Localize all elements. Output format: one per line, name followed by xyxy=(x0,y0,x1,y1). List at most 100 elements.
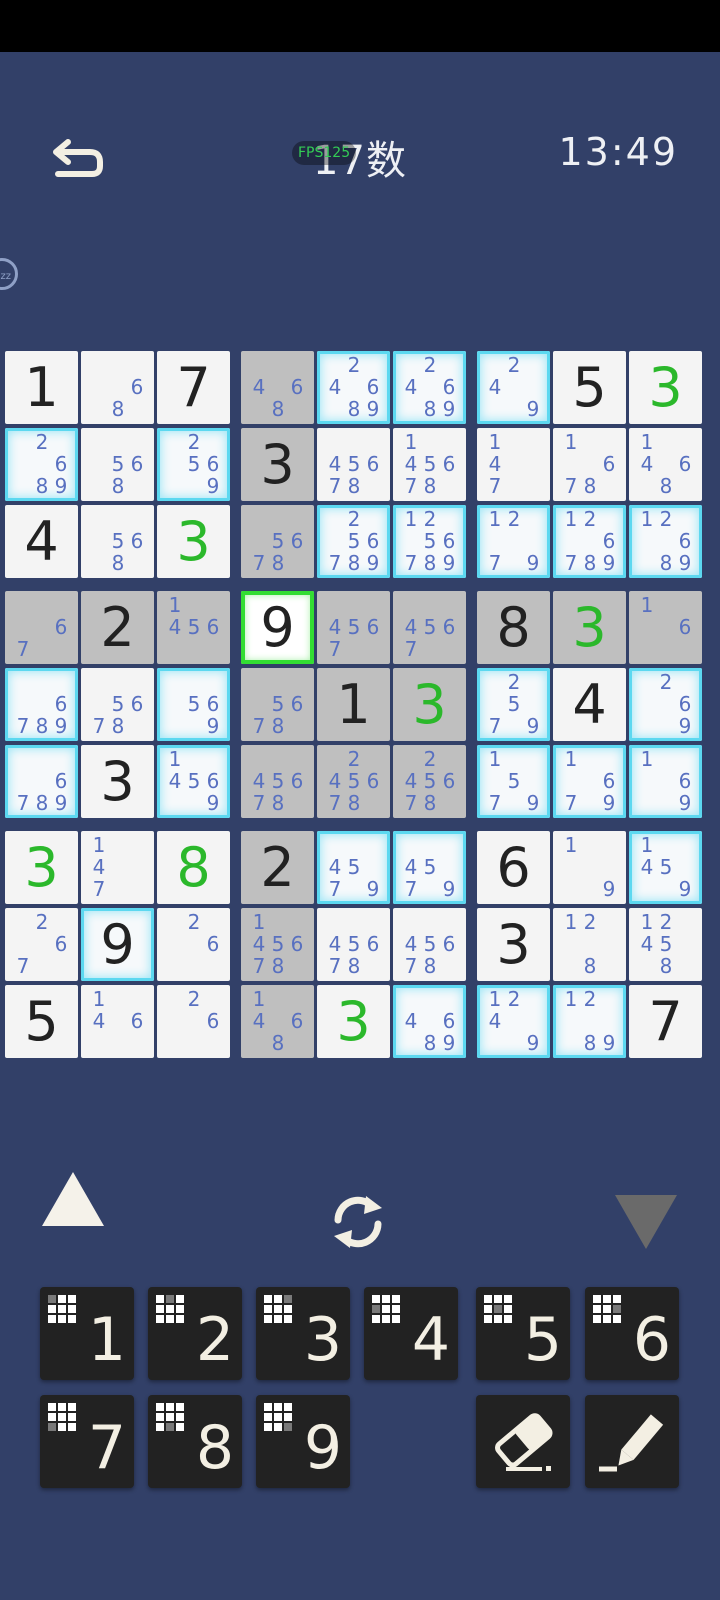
number-key-5[interactable]: 5 xyxy=(476,1287,570,1380)
sudoku-cell[interactable]: 19 xyxy=(553,831,626,904)
sudoku-cell[interactable]: 2 xyxy=(81,591,154,664)
sudoku-cell[interactable]: 4 xyxy=(5,505,78,578)
number-key-9[interactable]: 9 xyxy=(256,1395,350,1488)
sudoku-cell[interactable]: 1459 xyxy=(629,831,702,904)
sudoku-cell[interactable]: 245678 xyxy=(393,745,466,818)
pencil-note: 1 xyxy=(252,987,266,1011)
sudoku-cell[interactable]: 128 xyxy=(553,908,626,981)
sudoku-cell[interactable]: 3 xyxy=(553,591,626,664)
sudoku-cell[interactable]: 569 xyxy=(157,668,230,741)
number-key-7[interactable]: 7 xyxy=(40,1395,134,1488)
sudoku-cell[interactable]: 26 xyxy=(157,985,230,1058)
sudoku-cell[interactable]: 24689 xyxy=(393,351,466,424)
sudoku-cell[interactable]: 468 xyxy=(241,351,314,424)
pencil-button[interactable] xyxy=(585,1395,679,1488)
sudoku-cell[interactable]: 45678 xyxy=(241,745,314,818)
number-key-3[interactable]: 3 xyxy=(256,1287,350,1380)
sudoku-cell[interactable]: 4579 xyxy=(317,831,390,904)
number-key-1[interactable]: 1 xyxy=(40,1287,134,1380)
sudoku-cell[interactable]: 6789 xyxy=(5,668,78,741)
sudoku-cell[interactable]: 24689 xyxy=(317,351,390,424)
sudoku-cell[interactable]: 4579 xyxy=(393,831,466,904)
sudoku-cell[interactable]: 4567 xyxy=(317,591,390,664)
sudoku-cell[interactable]: 3 xyxy=(81,745,154,818)
sudoku-cell[interactable]: 3 xyxy=(241,428,314,501)
sudoku-cell[interactable]: 5678 xyxy=(241,668,314,741)
sudoku-cell[interactable]: 3 xyxy=(157,505,230,578)
pencil-note: 6 xyxy=(442,769,456,793)
sudoku-cell[interactable]: 2 xyxy=(241,831,314,904)
sudoku-cell[interactable]: 6 xyxy=(477,831,550,904)
number-key-2[interactable]: 2 xyxy=(148,1287,242,1380)
sudoku-cell[interactable]: 1579 xyxy=(477,745,550,818)
sudoku-cell[interactable]: 5 xyxy=(553,351,626,424)
number-key-4[interactable]: 4 xyxy=(364,1287,458,1380)
sudoku-cell[interactable]: 45678 xyxy=(317,908,390,981)
sudoku-cell[interactable]: 146 xyxy=(81,985,154,1058)
sudoku-cell[interactable]: 3 xyxy=(477,908,550,981)
sudoku-cell[interactable]: 5678 xyxy=(81,668,154,741)
sleep-zz-icon[interactable]: zz xyxy=(0,258,18,290)
sudoku-cell[interactable]: 3 xyxy=(629,351,702,424)
sudoku-cell[interactable]: 8 xyxy=(157,831,230,904)
sudoku-cell[interactable]: 1249 xyxy=(477,985,550,1058)
sudoku-cell[interactable]: 12689 xyxy=(629,505,702,578)
sudoku-cell[interactable]: 568 xyxy=(81,428,154,501)
number-key-6[interactable]: 6 xyxy=(585,1287,679,1380)
sudoku-cell[interactable]: 169 xyxy=(629,745,702,818)
sudoku-cell[interactable]: 267 xyxy=(5,908,78,981)
number-key-8[interactable]: 8 xyxy=(148,1395,242,1488)
sudoku-cell[interactable]: 12458 xyxy=(629,908,702,981)
sudoku-cell[interactable]: 2569 xyxy=(157,428,230,501)
sudoku-cell[interactable]: 45678 xyxy=(317,428,390,501)
sudoku-cell[interactable]: 6789 xyxy=(5,745,78,818)
sudoku-cell[interactable]: 3 xyxy=(393,668,466,741)
sudoku-cell[interactable]: 7 xyxy=(629,985,702,1058)
sudoku-cell[interactable]: 1468 xyxy=(241,985,314,1058)
sudoku-cell[interactable]: 147 xyxy=(477,428,550,501)
sudoku-cell[interactable]: 4567 xyxy=(393,591,466,664)
sudoku-cell[interactable]: 269 xyxy=(629,668,702,741)
sudoku-cell[interactable]: 1456 xyxy=(157,591,230,664)
sudoku-cell[interactable]: 5 xyxy=(5,985,78,1058)
sudoku-cell[interactable]: 68 xyxy=(81,351,154,424)
sudoku-cell[interactable]: 45678 xyxy=(393,908,466,981)
sudoku-cell[interactable]: 16 xyxy=(629,591,702,664)
sudoku-cell[interactable]: 14569 xyxy=(157,745,230,818)
sudoku-cell[interactable]: 1468 xyxy=(629,428,702,501)
sudoku-cell[interactable]: 7 xyxy=(157,351,230,424)
triangle-up-icon[interactable] xyxy=(42,1172,104,1226)
triangle-down-icon[interactable] xyxy=(615,1195,677,1249)
sudoku-cell[interactable]: 568 xyxy=(81,505,154,578)
sudoku-cell[interactable]: 4 xyxy=(553,668,626,741)
sudoku-cell[interactable]: 147 xyxy=(81,831,154,904)
sudoku-cell[interactable]: 1279 xyxy=(477,505,550,578)
sudoku-cell[interactable]: 256789 xyxy=(317,505,390,578)
sudoku-cell[interactable]: 9 xyxy=(81,908,154,981)
sudoku-cell[interactable]: 3 xyxy=(317,985,390,1058)
sudoku-cell[interactable]: 4689 xyxy=(393,985,466,1058)
sudoku-cell[interactable]: 1 xyxy=(5,351,78,424)
pencil-note: 8 xyxy=(423,954,437,978)
sudoku-cell[interactable]: 3 xyxy=(5,831,78,904)
sudoku-cell[interactable]: 5678 xyxy=(241,505,314,578)
sudoku-cell[interactable]: 245678 xyxy=(317,745,390,818)
sudoku-cell[interactable]: 2689 xyxy=(5,428,78,501)
sudoku-cell[interactable]: 1679 xyxy=(553,745,626,818)
sudoku-cell[interactable]: 1678 xyxy=(553,428,626,501)
sudoku-cell[interactable]: 126789 xyxy=(553,505,626,578)
sudoku-cell[interactable]: 9 xyxy=(241,591,314,664)
pencil-note: 6 xyxy=(442,375,456,399)
eraser-button[interactable] xyxy=(476,1395,570,1488)
sudoku-cell[interactable]: 249 xyxy=(477,351,550,424)
sudoku-cell[interactable]: 26 xyxy=(157,908,230,981)
sudoku-cell[interactable]: 145678 xyxy=(393,428,466,501)
sudoku-cell[interactable]: 67 xyxy=(5,591,78,664)
sudoku-cell[interactable]: 2579 xyxy=(477,668,550,741)
sudoku-cell[interactable]: 145678 xyxy=(241,908,314,981)
sudoku-cell[interactable]: 1289 xyxy=(553,985,626,1058)
refresh-button[interactable] xyxy=(326,1190,390,1254)
sudoku-cell[interactable]: 1256789 xyxy=(393,505,466,578)
sudoku-cell[interactable]: 8 xyxy=(477,591,550,664)
sudoku-cell[interactable]: 1 xyxy=(317,668,390,741)
